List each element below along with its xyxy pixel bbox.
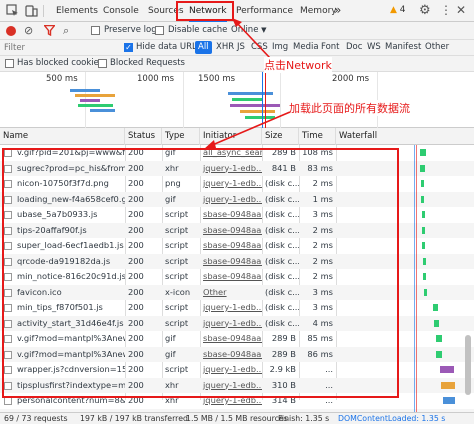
waterfall-bar [440, 366, 454, 373]
device-toolbar-icon[interactable] [25, 4, 38, 20]
more-tabs-icon[interactable]: » [334, 3, 341, 17]
overview-activity-bar [75, 94, 115, 97]
overview-activity-bar [232, 98, 262, 101]
waterfall-bar [422, 242, 425, 249]
annotation-load-all-data: 加载此页面的所有数据流 [289, 100, 410, 116]
overview-activity-bar [70, 89, 100, 92]
column-type[interactable]: Type [162, 128, 200, 145]
tab-console[interactable]: Console [103, 0, 139, 22]
disable-cache-checkbox[interactable] [155, 26, 164, 36]
filter-type-media[interactable]: Media [293, 42, 319, 52]
tab-memory[interactable]: Memory [300, 0, 337, 22]
warning-icon: ▲ [390, 5, 397, 15]
waterfall-bar [433, 304, 438, 311]
waterfall-load-line [416, 145, 417, 412]
column-waterfall[interactable]: Waterfall [336, 128, 474, 145]
waterfall-bar [423, 257, 426, 265]
overview-activity-bar [80, 99, 100, 102]
finish-time: Finish: 1.35 s [278, 414, 330, 423]
resources-size: 1.5 MB / 1.5 MB resources [186, 414, 288, 423]
dom-content-loaded-time: DOMContentLoaded: 1.35 s [338, 414, 446, 423]
blocked-cookies-label: Has blocked cookies [17, 58, 104, 68]
tab-elements[interactable]: Elements [56, 0, 98, 22]
hide-data-urls-checkbox[interactable] [124, 43, 133, 53]
table-scrollbar-thumb[interactable] [465, 335, 471, 395]
waterfall-bar [422, 226, 425, 234]
waterfall-bar [434, 319, 439, 327]
waterfall-bar [420, 164, 425, 172]
filter-type-ws[interactable]: WS [367, 42, 381, 52]
waterfall-bar [423, 273, 426, 280]
blocked-requests-label: Blocked Requests [110, 58, 185, 68]
overview-activity-bar [230, 104, 280, 107]
more-options-icon[interactable]: ⋮ [440, 3, 452, 17]
network-status-bar: 69 / 73 requests 197 kB / 197 kB transfe… [0, 412, 474, 424]
disable-cache-label: Disable cache [168, 25, 228, 35]
warnings-counter[interactable]: ▲ 4 [390, 5, 406, 15]
waterfall-bar [441, 381, 455, 389]
filter-funnel-icon[interactable] [43, 24, 56, 39]
waterfall-bar [424, 288, 427, 296]
record-icon[interactable] [6, 26, 16, 36]
overview-activity-bar [90, 109, 115, 112]
waterfall-dcl-line [414, 145, 415, 412]
preserve-log-checkbox[interactable] [91, 26, 100, 36]
preserve-log-label: Preserve log [104, 25, 157, 35]
filter-type-all[interactable]: All [195, 41, 212, 54]
waterfall-bar [422, 211, 425, 218]
column-name[interactable]: Name [0, 128, 125, 145]
requests-highlight-box [2, 148, 399, 398]
waterfall-bar [436, 350, 442, 358]
inspect-icon[interactable] [6, 4, 19, 20]
overview-activity-bar [228, 92, 273, 95]
filter-type-manifest[interactable]: Manifest [385, 42, 421, 52]
waterfall-bar [443, 397, 455, 404]
column-time[interactable]: Time [299, 128, 336, 145]
waterfall-bar [421, 180, 424, 187]
overview-activity-bar [78, 104, 113, 107]
file-icon [4, 397, 12, 405]
blocked-requests-checkbox[interactable] [98, 59, 107, 69]
annotation-click-network: 点击Network [264, 57, 332, 73]
transferred-size: 197 kB / 197 kB transferred [80, 414, 188, 423]
search-icon[interactable]: ⌕ [63, 24, 69, 38]
hide-data-urls-label: Hide data URLs [136, 42, 202, 52]
waterfall-bar [420, 149, 426, 156]
settings-gear-icon[interactable]: ⚙ [419, 3, 431, 18]
waterfall-bar [421, 195, 424, 203]
blocked-cookies-checkbox[interactable] [5, 59, 14, 69]
annotation-arrow [204, 111, 291, 149]
filter-type-font[interactable]: Font [321, 42, 340, 52]
tick-label: 2000 ms [332, 74, 370, 84]
filter-type-other[interactable]: Other [425, 42, 449, 52]
tick-label: 1000 ms [137, 74, 175, 84]
requests-count: 69 / 73 requests [4, 414, 68, 423]
filter-type-doc[interactable]: Doc [346, 42, 362, 52]
filter-input[interactable] [2, 41, 120, 54]
tick-label: 500 ms [46, 74, 78, 84]
tick-label: 1500 ms [198, 74, 236, 84]
clear-icon[interactable]: ⊘ [24, 24, 33, 37]
close-devtools-icon[interactable]: ✕ [456, 3, 466, 17]
waterfall-bar [436, 335, 442, 342]
column-status[interactable]: Status [125, 128, 162, 145]
